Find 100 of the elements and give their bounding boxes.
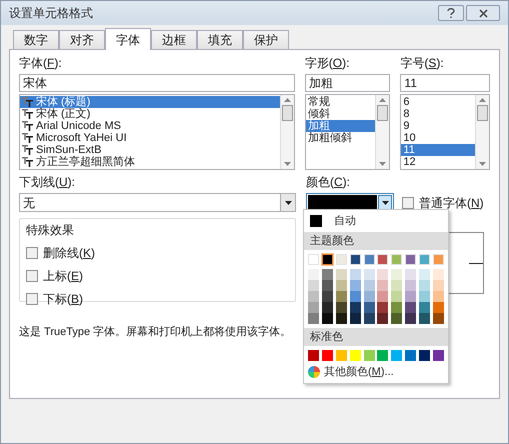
color-swatch[interactable] bbox=[322, 302, 333, 313]
color-swatch[interactable] bbox=[419, 280, 430, 291]
color-swatch[interactable] bbox=[364, 280, 374, 291]
color-swatch[interactable] bbox=[377, 291, 388, 302]
color-swatch[interactable] bbox=[419, 350, 430, 361]
scroll-up-icon[interactable] bbox=[284, 98, 291, 102]
color-swatch[interactable] bbox=[350, 280, 361, 291]
color-swatch[interactable] bbox=[322, 280, 333, 291]
color-swatch[interactable] bbox=[405, 302, 416, 313]
color-swatch[interactable] bbox=[336, 280, 347, 291]
color-swatch[interactable] bbox=[350, 302, 361, 313]
tab[interactable]: 字体 bbox=[105, 28, 151, 50]
color-swatch[interactable] bbox=[308, 269, 319, 280]
scroll-down-icon[interactable] bbox=[479, 162, 486, 166]
color-swatch[interactable] bbox=[377, 302, 388, 313]
list-item[interactable]: 方正兰亭超细黑简体 bbox=[20, 156, 280, 168]
color-swatch[interactable] bbox=[308, 313, 319, 324]
scroll-thumb[interactable] bbox=[477, 105, 488, 121]
color-swatch[interactable] bbox=[364, 302, 374, 313]
color-swatch[interactable] bbox=[308, 280, 319, 291]
color-swatch[interactable] bbox=[364, 313, 374, 324]
checkbox[interactable] bbox=[402, 196, 414, 208]
color-swatch[interactable] bbox=[322, 350, 333, 361]
color-swatch[interactable] bbox=[432, 269, 444, 280]
color-swatch[interactable] bbox=[432, 302, 444, 313]
color-swatch[interactable] bbox=[405, 269, 416, 280]
color-swatch[interactable] bbox=[377, 269, 388, 280]
color-swatch[interactable] bbox=[322, 291, 333, 302]
underline-dropdown[interactable]: 无 bbox=[19, 193, 296, 212]
input-field[interactable]: 宋体 bbox=[19, 74, 295, 92]
color-swatch[interactable] bbox=[322, 254, 333, 265]
list-item[interactable]: 10 bbox=[401, 132, 476, 144]
color-swatch[interactable] bbox=[336, 350, 347, 361]
tab[interactable]: 对齐 bbox=[59, 30, 105, 49]
color-swatch[interactable] bbox=[391, 269, 402, 280]
color-swatch[interactable] bbox=[336, 291, 347, 302]
color-swatch[interactable] bbox=[391, 291, 402, 302]
tab[interactable]: 填充 bbox=[197, 30, 243, 49]
list-item[interactable]: 6 bbox=[401, 96, 476, 108]
scroll-thumb[interactable] bbox=[377, 105, 388, 121]
color-swatch[interactable] bbox=[308, 302, 319, 313]
help-button[interactable] bbox=[438, 5, 464, 21]
scroll-down-icon[interactable] bbox=[284, 162, 291, 166]
input-field[interactable]: 加粗 bbox=[304, 74, 390, 92]
color-swatch[interactable] bbox=[391, 302, 402, 313]
color-swatch[interactable] bbox=[364, 350, 374, 361]
color-swatch[interactable] bbox=[350, 291, 361, 302]
scrollbar[interactable] bbox=[280, 95, 294, 169]
list-item[interactable]: SimSun-ExtB bbox=[20, 144, 280, 156]
tab[interactable]: 边框 bbox=[151, 30, 197, 49]
color-swatch[interactable] bbox=[377, 350, 388, 361]
color-swatch[interactable] bbox=[364, 269, 374, 280]
close-button[interactable] bbox=[466, 5, 500, 21]
color-swatch[interactable] bbox=[419, 302, 430, 313]
list-item[interactable]: 加粗 bbox=[306, 120, 376, 132]
color-swatch[interactable] bbox=[308, 350, 319, 361]
list-item[interactable]: 12 bbox=[401, 156, 476, 168]
color-swatch[interactable] bbox=[336, 302, 347, 313]
color-swatch[interactable] bbox=[350, 350, 361, 361]
color-swatch[interactable] bbox=[308, 291, 319, 302]
color-swatch[interactable] bbox=[419, 269, 430, 280]
tab[interactable]: 数字 bbox=[13, 30, 59, 49]
scrollbar[interactable] bbox=[475, 95, 490, 169]
color-swatch[interactable] bbox=[336, 313, 347, 324]
list-item[interactable]: 加粗倾斜 bbox=[306, 132, 376, 144]
color-swatch[interactable] bbox=[377, 280, 388, 291]
list-item[interactable]: 9 bbox=[401, 120, 476, 132]
input-field[interactable]: 11 bbox=[400, 74, 490, 92]
color-swatch[interactable] bbox=[405, 291, 416, 302]
list-item[interactable]: Arial Unicode MS bbox=[20, 120, 280, 132]
color-swatch[interactable] bbox=[432, 313, 444, 324]
tab[interactable]: 保护 bbox=[243, 30, 289, 49]
color-swatch[interactable] bbox=[419, 313, 430, 324]
scroll-up-icon[interactable] bbox=[379, 98, 386, 102]
automatic-option[interactable]: 自动 bbox=[304, 210, 448, 232]
checkbox[interactable] bbox=[26, 293, 38, 305]
color-swatch[interactable] bbox=[432, 291, 444, 302]
color-swatch[interactable] bbox=[391, 350, 402, 361]
color-swatch[interactable] bbox=[364, 291, 374, 302]
list-item[interactable]: 11 bbox=[401, 144, 476, 156]
color-swatch[interactable] bbox=[391, 313, 402, 324]
scroll-down-icon[interactable] bbox=[379, 162, 386, 166]
list-item[interactable]: 宋体 (标题) bbox=[20, 96, 280, 108]
color-swatch[interactable] bbox=[322, 269, 333, 280]
scroll-up-icon[interactable] bbox=[479, 98, 486, 102]
color-swatch[interactable] bbox=[336, 269, 347, 280]
more-colors-option[interactable]: 其他颜色(M)... bbox=[304, 361, 448, 383]
color-swatch[interactable] bbox=[322, 313, 333, 324]
list-item[interactable]: 宋体 (正文) bbox=[20, 108, 280, 120]
list-item[interactable]: 倾斜 bbox=[306, 108, 376, 120]
list-item[interactable]: 8 bbox=[401, 108, 476, 120]
color-swatch[interactable] bbox=[377, 313, 388, 324]
color-swatch[interactable] bbox=[391, 280, 402, 291]
color-swatch[interactable] bbox=[350, 313, 361, 324]
list-item[interactable]: 常规 bbox=[306, 96, 376, 108]
color-swatch[interactable] bbox=[405, 280, 416, 291]
color-swatch[interactable] bbox=[405, 350, 416, 361]
color-swatch[interactable] bbox=[432, 280, 444, 291]
scrollbar[interactable] bbox=[375, 95, 390, 169]
color-swatch[interactable] bbox=[432, 350, 444, 361]
